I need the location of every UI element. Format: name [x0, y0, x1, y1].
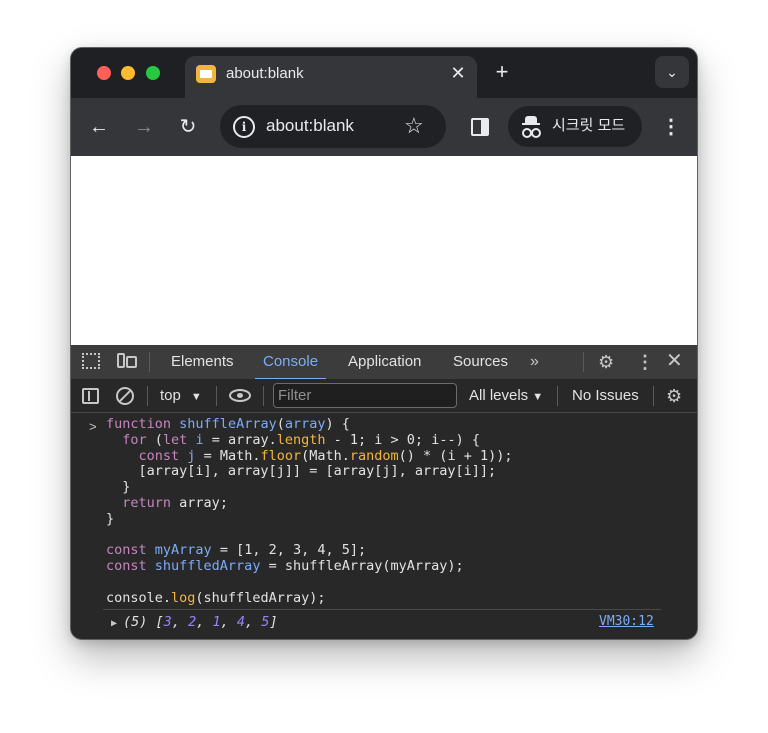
tab-console[interactable]: Console	[254, 345, 327, 380]
side-panel-icon[interactable]	[471, 118, 489, 136]
prompt-chevron-icon: >	[89, 419, 97, 434]
console-toolbar: top▼ All levels▼ No Issues ⚙	[71, 379, 697, 413]
tab-search-button[interactable]: ⌄	[655, 56, 689, 88]
forward-button[interactable]: →	[130, 113, 158, 141]
back-button[interactable]: ←	[85, 113, 113, 141]
browser-window: about:blank ✕ + ⌄ ← → ↻ i about:blank ☆ …	[71, 48, 697, 639]
page-favicon-icon	[196, 65, 216, 83]
browser-toolbar: ← → ↻ i about:blank ☆ 시크릿 모드 ⋮	[71, 98, 697, 156]
tab-title: about:blank	[226, 65, 304, 82]
tab-close-icon[interactable]: ✕	[447, 62, 469, 84]
page-viewport[interactable]	[71, 156, 697, 345]
context-selector[interactable]: top ▼	[160, 387, 202, 406]
address-text[interactable]: about:blank	[266, 116, 354, 136]
browser-tab[interactable]: about:blank ✕	[185, 56, 477, 98]
close-icon[interactable]: ✕	[666, 351, 683, 371]
incognito-label: 시크릿 모드	[552, 117, 626, 134]
dropdown-arrow-icon: ▼	[190, 391, 202, 403]
close-window-button[interactable]	[97, 66, 111, 80]
issues-button[interactable]: No Issues	[572, 387, 639, 405]
address-bar[interactable]: i about:blank ☆	[220, 105, 446, 148]
tab-strip: about:blank ✕ + ⌄	[71, 48, 697, 98]
tab-elements[interactable]: Elements	[171, 345, 234, 379]
info-icon[interactable]: i	[233, 116, 255, 138]
clear-console-icon[interactable]	[116, 387, 134, 405]
star-icon[interactable]: ☆	[404, 114, 424, 138]
eye-icon[interactable]	[229, 389, 251, 402]
maximize-window-button[interactable]	[146, 66, 160, 80]
more-tabs-icon[interactable]: »	[530, 353, 539, 371]
tab-sources[interactable]: Sources	[453, 345, 508, 379]
source-link[interactable]: VM30:12	[599, 614, 654, 630]
gear-icon[interactable]: ⚙	[598, 352, 614, 372]
browser-menu-button[interactable]: ⋮	[659, 113, 683, 141]
dropdown-arrow-icon: ▼	[532, 391, 544, 403]
new-tab-button[interactable]: +	[490, 60, 514, 84]
reload-button[interactable]: ↻	[174, 113, 202, 141]
console-settings-gear-icon[interactable]: ⚙	[666, 386, 682, 406]
devtools-menu-button[interactable]: ⋮	[636, 352, 654, 372]
devtools-panel: Elements Console Application Sources » ⚙…	[71, 345, 697, 639]
incognito-icon	[522, 116, 541, 138]
expand-triangle-icon[interactable]: ▶	[111, 618, 117, 629]
minimize-window-button[interactable]	[121, 66, 135, 80]
devtools-tab-bar: Elements Console Application Sources » ⚙…	[71, 345, 697, 380]
sidebar-icon[interactable]	[82, 388, 99, 404]
console-output[interactable]: > function shuffleArray(array) { for (le…	[71, 413, 697, 639]
inspect-icon[interactable]	[82, 353, 100, 369]
device-toolbar-icon[interactable]	[117, 353, 137, 369]
log-levels-dropdown[interactable]: All levels ▼	[469, 387, 543, 406]
incognito-indicator[interactable]: 시크릿 모드	[508, 106, 642, 147]
console-input-code: function shuffleArray(array) { for (let …	[106, 416, 513, 606]
tab-application[interactable]: Application	[348, 345, 421, 379]
console-log-result[interactable]: ▶ (5) [3, 2, 1, 4, 5]	[111, 614, 278, 632]
filter-input[interactable]	[273, 383, 457, 408]
